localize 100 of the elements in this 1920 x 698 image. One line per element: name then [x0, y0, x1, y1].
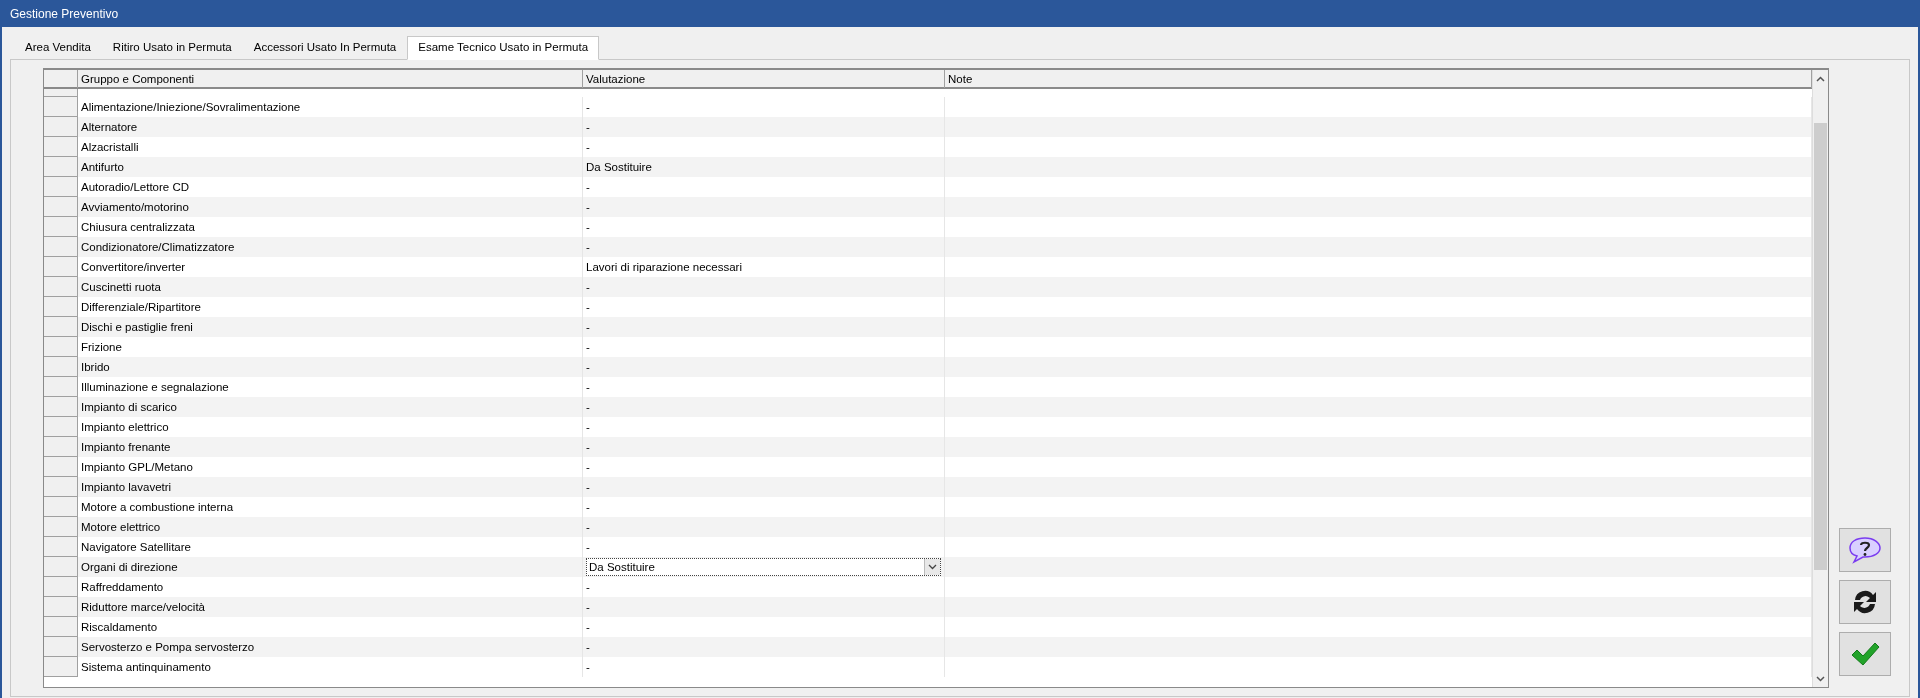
row-header[interactable] — [44, 497, 78, 517]
row-header[interactable] — [44, 157, 78, 177]
table-row[interactable]: Sistema antinquinamento - — [44, 657, 1812, 677]
table-cell: Alimentazione/Iniezione/Sovralimentazione — [81, 101, 301, 113]
table-row[interactable]: Antifurto Da Sostituire — [44, 157, 1812, 177]
table-row[interactable]: Ibrido - — [44, 357, 1812, 377]
row-header[interactable] — [44, 537, 78, 557]
table-row[interactable]: Convertitore/inverter Lavori di riparazione necessari — [44, 257, 1812, 277]
table-cell: - — [586, 241, 590, 253]
tab[interactable]: Accessori Usato In Permuta — [242, 37, 408, 59]
table-row[interactable]: Chiusura centralizzata - — [44, 217, 1812, 237]
confirm-button[interactable] — [1839, 632, 1891, 676]
table-cell: - — [586, 501, 590, 513]
table-row[interactable]: Navigatore Satellitare - — [44, 537, 1812, 557]
table-row[interactable]: Differenziale/Ripartitore - — [44, 297, 1812, 317]
row-header[interactable] — [44, 89, 78, 97]
table-cell: Impianto di scarico — [81, 401, 177, 413]
row-header[interactable] — [44, 517, 78, 537]
table-cell: - — [586, 401, 590, 413]
row-header[interactable] — [44, 437, 78, 457]
row-header[interactable] — [44, 197, 78, 217]
table-cell: Avviamento/motorino — [81, 201, 189, 213]
table-cell: - — [586, 361, 590, 373]
table-cell: - — [586, 441, 590, 453]
scrollbar-thumb[interactable] — [1814, 123, 1827, 570]
row-header[interactable] — [44, 277, 78, 297]
table-cell: Da Sostituire — [586, 161, 652, 173]
row-header[interactable] — [44, 397, 78, 417]
row-header[interactable] — [44, 337, 78, 357]
row-header[interactable] — [44, 477, 78, 497]
table-row[interactable]: Dischi e pastiglie freni - — [44, 317, 1812, 337]
table-row[interactable]: Impianto elettrico - — [44, 417, 1812, 437]
tab[interactable]: Ritiro Usato in Permuta — [101, 37, 243, 59]
table-cell: Autoradio/Lettore CD — [81, 181, 190, 193]
table-cell: Riscaldamento — [81, 621, 158, 633]
row-header[interactable] — [44, 657, 78, 677]
table-cell: Impianto lavavetri — [81, 481, 172, 493]
table-cell: Riduttore marce/velocità — [81, 601, 205, 613]
row-header[interactable] — [44, 557, 78, 577]
row-header[interactable] — [44, 217, 78, 237]
row-header[interactable] — [44, 377, 78, 397]
table-row[interactable]: Illuminazione e segnalazione - — [44, 377, 1812, 397]
table-row[interactable]: Alzacristalli - — [44, 137, 1812, 157]
caret-icon — [928, 564, 937, 570]
table-row[interactable]: Organi di direzione Da Sostituire — [44, 557, 1812, 577]
table-cell: - — [586, 421, 590, 433]
row-header[interactable] — [44, 417, 78, 437]
table-row[interactable]: Motore elettrico - — [44, 517, 1812, 537]
table-row[interactable]: Autoradio/Lettore CD - — [44, 177, 1812, 197]
row-header[interactable] — [44, 357, 78, 377]
table-cell: Servosterzo e Pompa servosterzo — [81, 641, 255, 653]
table-cell: Alzacristalli — [81, 141, 139, 153]
table-cell: Raffreddamento — [81, 581, 164, 593]
table-cell: Lavori di riparazione necessari — [586, 261, 742, 273]
table-row[interactable]: Avviamento/motorino - — [44, 197, 1812, 217]
table-row[interactable]: Servosterzo e Pompa servosterzo - — [44, 637, 1812, 657]
row-header[interactable] — [44, 317, 78, 337]
row-header[interactable] — [44, 577, 78, 597]
table-row[interactable]: Impianto GPL/Metano - — [44, 457, 1812, 477]
table-row[interactable]: Motore a combustione interna - — [44, 497, 1812, 517]
row-header[interactable] — [44, 97, 78, 117]
table-cell: Chiusura centralizzata — [81, 221, 195, 233]
column-header[interactable]: Gruppo e Componenti — [78, 70, 583, 88]
table-row[interactable]: Raffreddamento - — [44, 577, 1812, 597]
row-header[interactable] — [44, 117, 78, 137]
table-row[interactable]: Impianto di scarico - — [44, 397, 1812, 417]
row-header[interactable] — [44, 457, 78, 477]
help-button[interactable] — [1839, 528, 1891, 572]
table-row[interactable]: Alimentazione/Iniezione/Sovralimentazione - — [44, 97, 1812, 117]
table-row[interactable]: Frizione - — [44, 337, 1812, 357]
table-row[interactable]: Impianto frenante - — [44, 437, 1812, 457]
rating-dropdown[interactable]: Da Sostituire — [586, 558, 941, 576]
row-header[interactable] — [44, 257, 78, 277]
table-row[interactable]: Condizionatore/Climatizzatore - — [44, 237, 1812, 257]
refresh-button[interactable] — [1839, 580, 1891, 624]
table-cell: Frizione — [81, 341, 122, 353]
table-cell: Cuscinetti ruota — [81, 281, 161, 293]
table-cell: - — [586, 541, 590, 553]
table-cell: - — [586, 521, 590, 533]
table-row[interactable]: Riscaldamento - — [44, 617, 1812, 637]
table-cell: - — [586, 621, 590, 633]
row-header[interactable] — [44, 137, 78, 157]
row-header[interactable] — [44, 617, 78, 637]
table-row[interactable]: Impianto lavavetri - — [44, 477, 1812, 497]
column-header[interactable]: Valutazione — [583, 70, 945, 88]
table-cell: - — [586, 661, 590, 673]
table-cell: Impianto frenante — [81, 441, 171, 453]
row-header[interactable] — [44, 237, 78, 257]
tab[interactable]: Esame Tecnico Usato in Permuta — [407, 36, 600, 60]
tab[interactable]: Area Vendita — [14, 37, 102, 59]
row-header[interactable] — [44, 597, 78, 617]
table-row[interactable]: Alternatore - — [44, 117, 1812, 137]
row-header[interactable] — [44, 177, 78, 197]
table-cell: Alternatore — [81, 121, 138, 133]
table-cell: - — [586, 481, 590, 493]
row-header[interactable] — [44, 637, 78, 657]
table-row[interactable]: Cuscinetti ruota - — [44, 277, 1812, 297]
row-header[interactable] — [44, 297, 78, 317]
table-row[interactable]: Riduttore marce/velocità - — [44, 597, 1812, 617]
table-cell: - — [586, 121, 590, 133]
